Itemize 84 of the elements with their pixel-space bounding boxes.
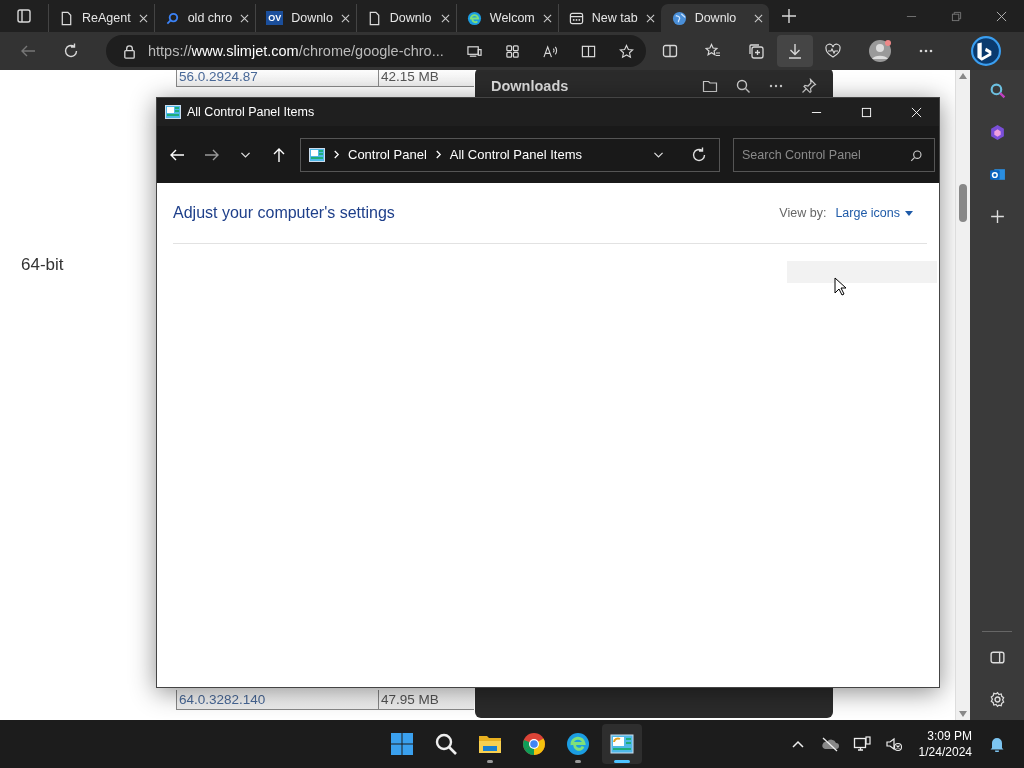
control-panel-icon (165, 105, 181, 119)
downloads-title: Downloads (491, 77, 570, 96)
up-icon[interactable] (271, 146, 287, 163)
close-icon[interactable] (645, 13, 655, 23)
close-icon[interactable] (753, 13, 763, 23)
close-icon[interactable] (340, 13, 350, 23)
breadcrumb[interactable]: All Control Panel Items (449, 147, 582, 162)
profile-avatar-icon[interactable] (868, 39, 892, 63)
pin-icon[interactable] (801, 78, 817, 94)
downloads-button[interactable] (777, 35, 813, 67)
scrollbar-thumb[interactable] (959, 184, 967, 222)
url-text: https://www.slimjet.com/chrome/google-chro... (148, 43, 444, 59)
folder-icon[interactable] (702, 78, 718, 94)
table-cell[interactable]: 64.0.3282.140 (176, 690, 379, 709)
device-icon[interactable] (466, 43, 482, 59)
taskbar-button[interactable] (602, 724, 642, 764)
close-icon[interactable] (240, 13, 250, 23)
refresh-icon[interactable] (63, 43, 79, 59)
page-icon (59, 10, 74, 26)
split-screen-icon[interactable] (662, 43, 678, 59)
site-logo: OV (266, 11, 284, 25)
close-icon[interactable] (996, 10, 1007, 22)
search-icon (434, 732, 458, 756)
cursor-icon (834, 277, 846, 296)
window-title: All Control Panel Items (187, 105, 315, 119)
lock-icon (122, 43, 137, 59)
windows-logo-icon (390, 732, 414, 756)
date-text: 1/24/2024 (918, 744, 972, 760)
settings-icon[interactable] (988, 691, 1006, 708)
star-icon[interactable] (618, 43, 634, 59)
address-field[interactable]: Control Panel All Control Panel Items (300, 137, 720, 172)
breadcrumb[interactable]: Control Panel (348, 147, 427, 162)
time-text: 3:09 PM (927, 728, 972, 744)
new-tab-icon (568, 10, 584, 26)
edge-icon (466, 10, 482, 26)
table-cell-text: 42.15 MB (380, 70, 439, 86)
heart-pulse-icon[interactable] (825, 43, 841, 59)
address-bar[interactable]: https://www.slimjet.com/chrome/google-chro... (106, 35, 646, 67)
clock[interactable]: 3:09 PM 1/24/2024 (918, 728, 972, 760)
close-icon[interactable] (138, 13, 148, 23)
page-heading: Adjust your computer's settings (173, 204, 395, 222)
table-cell[interactable]: 56.0.2924.87 (176, 70, 379, 86)
chevron-right-icon[interactable] (434, 150, 442, 159)
globe-icon (671, 10, 687, 26)
download-icon (787, 43, 803, 59)
mail-icon[interactable] (988, 166, 1006, 183)
table-cell-text: 47.95 MB (380, 691, 439, 709)
add-icon[interactable] (988, 208, 1006, 225)
restore-icon[interactable] (951, 10, 962, 22)
architecture-label: 64-bit (21, 255, 64, 275)
volume-muted-icon[interactable] (884, 736, 903, 752)
tab-actions-icon[interactable] (16, 8, 32, 24)
caret-icon (905, 210, 913, 216)
view-by-label: View by: (779, 206, 827, 220)
network-icon[interactable] (852, 736, 871, 752)
search-icon (164, 10, 180, 26)
search-icon[interactable] (735, 78, 751, 94)
favorites-icon[interactable] (705, 43, 721, 59)
copilot-icon[interactable] (971, 36, 1001, 66)
new-tab-plus-icon[interactable] (780, 8, 797, 24)
browser-tab[interactable]: Downlo (660, 4, 769, 32)
edge-icon (566, 732, 590, 756)
chrome-icon (522, 732, 546, 756)
control-panel-icon (309, 147, 325, 162)
hexagon-icon[interactable] (988, 124, 1006, 141)
collections-icon[interactable] (748, 43, 764, 59)
grid-icon[interactable] (504, 43, 520, 59)
close-icon[interactable] (440, 13, 450, 23)
search-icon[interactable] (910, 148, 923, 162)
view-by-dropdown[interactable]: Large icons (835, 206, 913, 220)
cloud-off-icon[interactable] (820, 736, 839, 752)
search-field[interactable]: Search Control Panel (733, 137, 935, 172)
control-panel-icon (610, 732, 634, 756)
maximize-icon[interactable] (861, 106, 872, 118)
chevron-right-icon[interactable] (333, 150, 340, 159)
reader-icon[interactable] (580, 43, 596, 59)
scroll-up-icon[interactable] (959, 73, 967, 79)
read-aloud-icon[interactable] (542, 43, 558, 59)
search-icon[interactable] (988, 82, 1006, 99)
scroll-down-icon[interactable] (959, 711, 967, 717)
sidebar-toggle-icon[interactable] (988, 649, 1006, 666)
refresh-icon[interactable] (691, 146, 707, 163)
close-icon[interactable] (542, 13, 552, 23)
notification-bell-icon[interactable] (988, 736, 1006, 752)
